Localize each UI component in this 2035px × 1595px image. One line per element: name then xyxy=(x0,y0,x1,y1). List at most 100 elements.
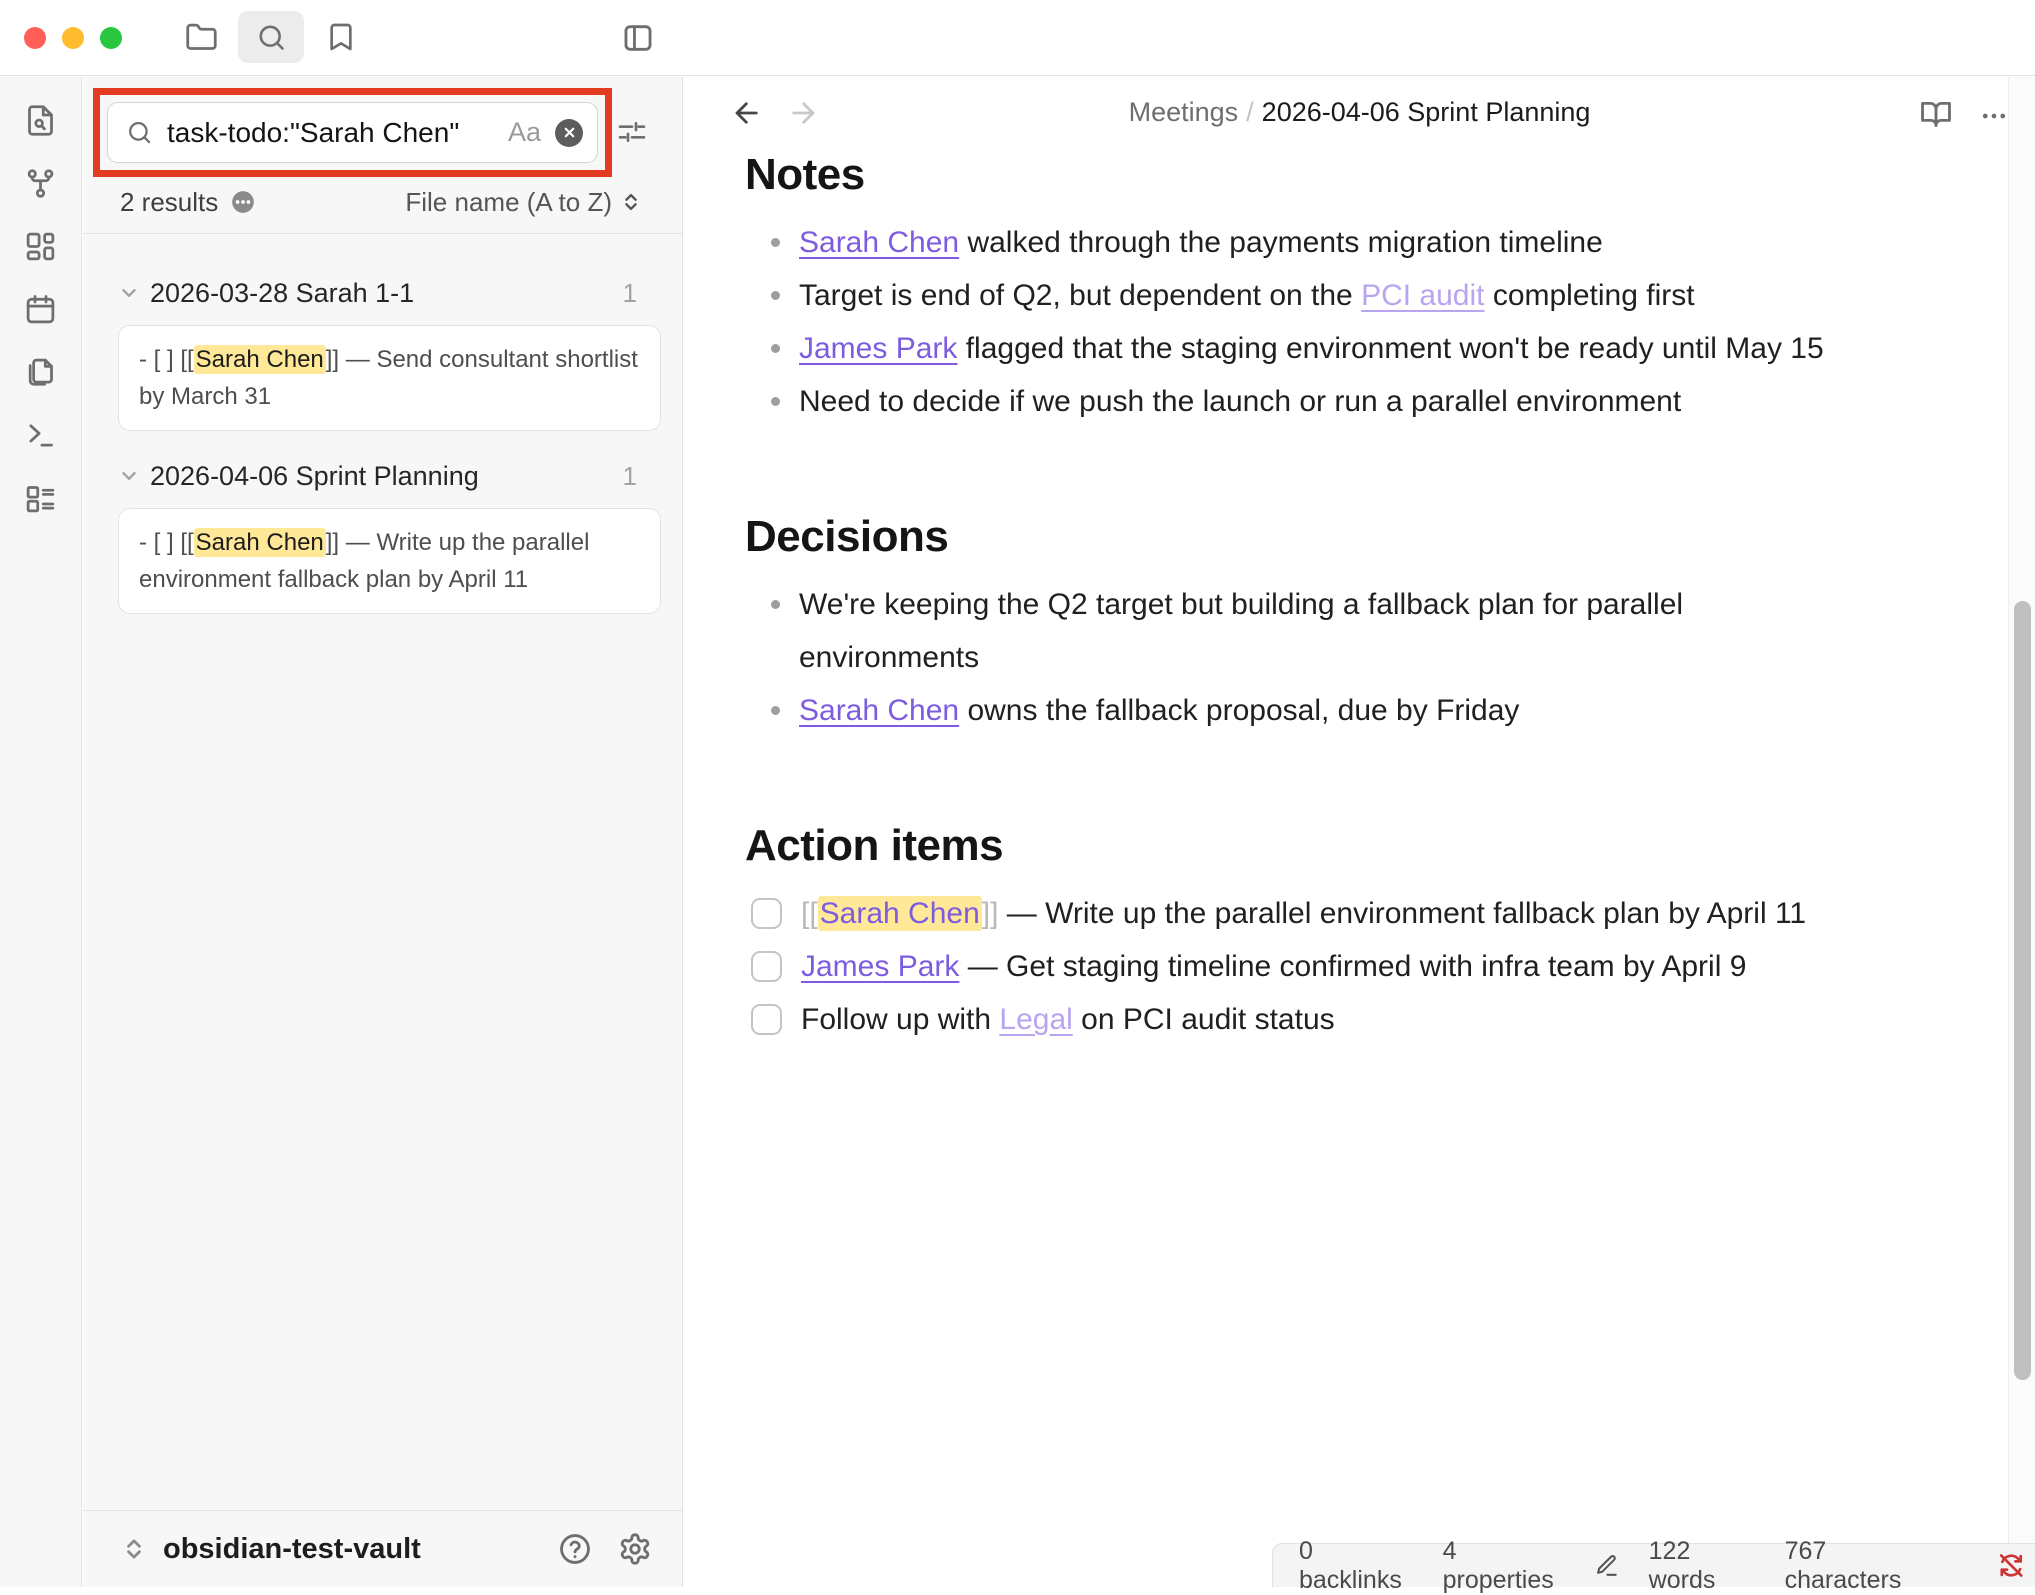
bullet-text: We're keeping the Q2 target but building… xyxy=(799,588,1683,674)
search-input[interactable] xyxy=(167,117,502,149)
chevron-down-icon xyxy=(118,282,140,304)
task-checkbox[interactable] xyxy=(751,951,782,982)
result-group-header[interactable]: 2026-03-28 Sarah 1-1 1 xyxy=(118,275,661,311)
ellipsis-circle-icon[interactable] xyxy=(230,189,256,215)
search-results-header: 2 results File name (A to Z) xyxy=(120,185,642,219)
task-item: Follow up with Legal on PCI audit status xyxy=(751,993,1990,1046)
title-bar xyxy=(0,0,2035,76)
note-bullet: Need to decide if we push the launch or … xyxy=(745,375,1990,428)
internal-link[interactable]: James Park xyxy=(799,332,957,365)
internal-link[interactable]: Sarah Chen xyxy=(799,694,959,727)
result-group-header[interactable]: 2026-04-06 Sprint Planning 1 xyxy=(118,458,661,494)
match-highlight: Sarah Chen xyxy=(194,345,326,374)
decisions-section: Decisions We're keeping the Q2 target bu… xyxy=(745,512,1990,737)
settings-button[interactable] xyxy=(618,1532,652,1566)
sync-off-icon[interactable] xyxy=(1997,1550,2025,1581)
breadcrumb-note-title[interactable]: 2026-04-06 Sprint Planning xyxy=(1262,97,1591,127)
search-results-list: 2026-03-28 Sarah 1-1 1 - [ ] [[Sarah Che… xyxy=(118,275,661,641)
wikilink-bracket: ]] xyxy=(982,897,999,930)
bullet-text: Target is end of Q2, but dependent on th… xyxy=(799,279,1361,312)
internal-link-highlighted[interactable]: Sarah Chen xyxy=(818,896,982,931)
word-count: 122 words xyxy=(1649,1537,1755,1595)
bullet-text: owns the fallback proposal, due by Frida… xyxy=(959,694,1519,727)
close-icon xyxy=(562,125,577,140)
character-count: 767 characters xyxy=(1785,1537,1937,1595)
sliders-icon xyxy=(616,116,648,148)
task-checkbox[interactable] xyxy=(751,1004,782,1035)
unresolved-link[interactable]: Legal xyxy=(999,1003,1072,1036)
properties-status[interactable]: 4 properties xyxy=(1443,1537,1564,1595)
task-text: [[Sarah Chen]] — Write up the parallel e… xyxy=(801,887,1806,940)
folder-icon[interactable] xyxy=(185,21,218,54)
breadcrumb: Meetings/2026-04-06 Sprint Planning xyxy=(684,97,2035,128)
search-input-wrap: Aa xyxy=(107,102,598,163)
sort-order-label: File name (A to Z) xyxy=(405,187,612,218)
left-ribbon xyxy=(0,77,82,1587)
bullet-text: walked through the payments migration ti… xyxy=(959,226,1603,259)
more-options-button[interactable] xyxy=(1979,101,2009,136)
reading-mode-button[interactable] xyxy=(1919,97,1953,131)
list-todo-icon[interactable] xyxy=(24,482,57,515)
internal-link[interactable]: Sarah Chen xyxy=(799,226,959,259)
gear-icon xyxy=(618,1532,652,1566)
chevrons-up-down-icon xyxy=(620,191,642,213)
note-bullet: Sarah Chen owns the fallback proposal, d… xyxy=(745,684,1825,737)
backlinks-status[interactable]: 0 backlinks xyxy=(1299,1537,1413,1595)
result-count-badge: 1 xyxy=(623,278,637,309)
match-prefix: - [ ] [[ xyxy=(139,529,194,556)
sort-order-button[interactable]: File name (A to Z) xyxy=(405,187,642,218)
note-bullet: Sarah Chen walked through the payments m… xyxy=(745,216,1990,269)
editor-pane: 2026-04-06 Sprint Plan... Meetings/2026-… xyxy=(684,0,2035,1587)
files-icon[interactable] xyxy=(24,356,57,389)
search-toolbar-button[interactable] xyxy=(238,11,304,63)
section-heading: Decisions xyxy=(745,512,1990,562)
clear-search-button[interactable] xyxy=(555,119,583,147)
terminal-icon[interactable] xyxy=(24,419,57,452)
zoom-window-button[interactable] xyxy=(100,27,122,49)
result-file-name: 2026-04-06 Sprint Planning xyxy=(150,461,623,492)
search-result-item[interactable]: - [ ] [[Sarah Chen]] — Send consultant s… xyxy=(118,325,661,431)
search-result-item[interactable]: - [ ] [[Sarah Chen]] — Write up the para… xyxy=(118,508,661,614)
file-search-icon[interactable] xyxy=(24,104,57,137)
breadcrumb-folder[interactable]: Meetings xyxy=(1129,97,1239,127)
match-highlight: Sarah Chen xyxy=(194,528,326,557)
task-checkbox[interactable] xyxy=(751,898,782,929)
results-count: 2 results xyxy=(120,187,218,218)
search-icon xyxy=(126,119,153,146)
wikilink-bracket: [[ xyxy=(801,897,818,930)
close-window-button[interactable] xyxy=(24,27,46,49)
panel-left-icon[interactable] xyxy=(621,21,655,55)
result-file-name: 2026-03-28 Sarah 1-1 xyxy=(150,278,623,309)
task-item: [[Sarah Chen]] — Write up the parallel e… xyxy=(751,887,1990,940)
help-circle-icon xyxy=(558,1532,592,1566)
note-bullet: James Park flagged that the staging envi… xyxy=(745,322,1990,375)
bullet-text: flagged that the staging environment won… xyxy=(957,332,1823,365)
minimize-window-button[interactable] xyxy=(62,27,84,49)
note-content[interactable]: Notes Sarah Chen walked through the paym… xyxy=(745,150,1990,1046)
task-rest: Follow up with xyxy=(801,1003,999,1036)
unresolved-link[interactable]: PCI audit xyxy=(1361,279,1484,312)
task-text: James Park — Get staging timeline confir… xyxy=(801,940,1746,993)
search-settings-button[interactable] xyxy=(616,116,648,148)
section-heading: Notes xyxy=(745,150,1990,200)
note-bullet: We're keeping the Q2 target but building… xyxy=(745,578,1825,684)
note-bullet: Target is end of Q2, but dependent on th… xyxy=(745,269,1990,322)
ellipsis-icon xyxy=(1979,101,2009,131)
pencil-icon[interactable] xyxy=(1594,1552,1619,1579)
scrollbar-track[interactable] xyxy=(2008,77,2035,1543)
layout-dashboard-icon[interactable] xyxy=(24,230,57,263)
search-icon xyxy=(256,22,287,53)
bullet-text: completing first xyxy=(1484,279,1694,312)
scrollbar-thumb[interactable] xyxy=(2014,601,2031,1380)
match-case-toggle[interactable]: Aa xyxy=(508,117,541,148)
match-prefix: - [ ] [[ xyxy=(139,346,194,373)
section-heading: Action items xyxy=(745,821,1990,871)
internal-link[interactable]: James Park xyxy=(801,950,959,983)
calendar-icon[interactable] xyxy=(24,293,57,326)
help-button[interactable] xyxy=(558,1532,592,1566)
vault-switcher[interactable]: obsidian-test-vault xyxy=(83,1510,682,1587)
book-open-icon xyxy=(1919,97,1953,131)
graph-icon[interactable] xyxy=(24,167,57,200)
bookmark-icon[interactable] xyxy=(325,21,357,53)
task-rest: on PCI audit status xyxy=(1073,1003,1335,1036)
